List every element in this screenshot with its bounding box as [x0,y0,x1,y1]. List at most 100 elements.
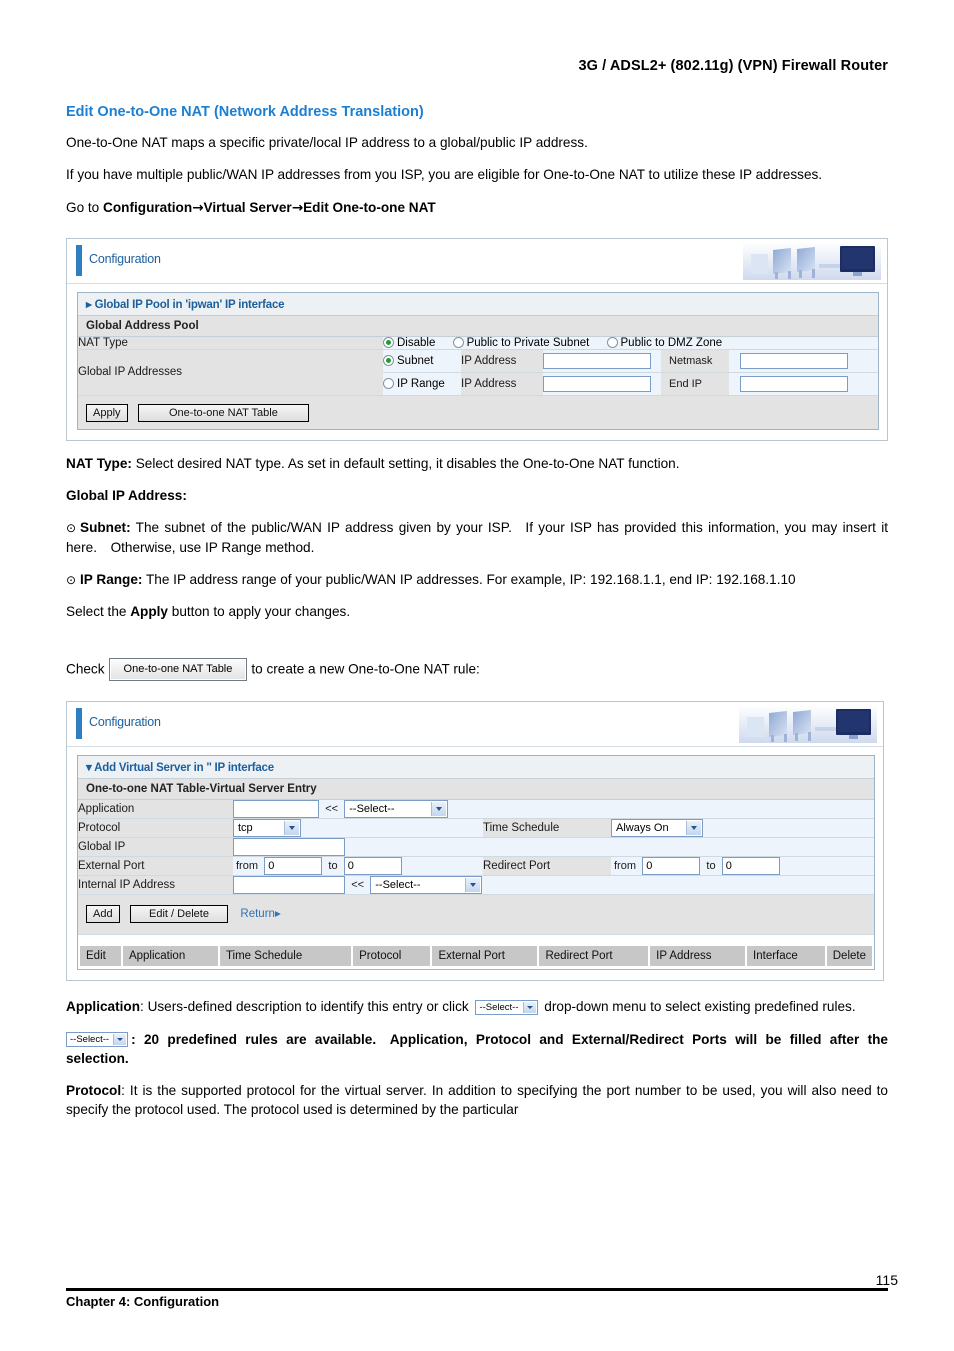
application-definition-2: drop-down menu to select existing predef… [540,999,856,1015]
iprange-ip-address-input[interactable] [543,375,651,392]
document-page: 3G / ADSL2+ (802.11g) (VPN) Firewall Rou… [0,0,954,1351]
external-port-to-input[interactable]: 0 [343,857,402,876]
one-to-one-nat-table-button[interactable]: One-to-one NAT Table [137,403,309,422]
global-ip-pool-panel: Configuration ▸ Global IP Pool in 'ipwan… [66,237,888,441]
subnet-definition: The subnet of the public/WAN IP address … [66,520,888,555]
chevron-down-icon-application[interactable] [431,802,447,817]
iprange-radio-cell[interactable]: IP Range [383,372,461,396]
global-ip-input[interactable] [233,838,345,857]
inline-select-widget[interactable]: --Select-- [66,1032,129,1048]
apply-instruction-term: Apply [130,604,168,620]
edit-delete-button[interactable]: Edit / Delete [130,905,228,924]
inline-select-widget-value: --Select-- [70,1034,110,1046]
panel1-section-header-text: Global IP Pool in 'ipwan' IP interface [94,298,285,311]
external-port-from-label: from [236,860,258,873]
radio-button-icon-public-dmz[interactable] [606,336,618,348]
subnet-ip-address-cell [543,349,661,373]
grid-col-delete: Delete [826,946,872,967]
redirect-port-to-input[interactable]: 0 [721,857,780,876]
apply-instruction-post: button to apply your changes. [168,604,351,620]
nat-type-options-cell: Disable Public to Private Subnet Public … [383,336,878,350]
grid-col-redirect-port: Redirect Port [539,946,649,967]
inline-application-select[interactable]: --Select-- [475,1000,538,1016]
external-port-label: External Port [78,856,233,877]
global-ip-row: Global IP [78,837,874,858]
external-port-row: External Port from 0 to 0 Redirect Port … [78,856,874,877]
goto-path-edit-one-to-one-nat: Edit One-to-one NAT [303,199,436,215]
grid-col-ip-address: IP Address [650,946,746,967]
chevron-down-icon-internal-ip[interactable] [465,878,481,893]
footer-content: Chapter 4: Configuration 115 [66,1272,898,1309]
protocol-label: Protocol [78,818,233,839]
return-link[interactable]: Return▸ [240,908,280,920]
application-definition-1: : Users-defined description to identify … [140,999,473,1015]
global-ip-field-cell [233,837,874,858]
application-term: Application [66,999,141,1015]
chevron-down-icon-inline-application[interactable] [522,1002,536,1014]
end-ip-input[interactable] [740,375,849,392]
nat-type-row: NAT Type Disable Public to Private Subne… [78,336,878,350]
panel2-body: ▾ Add Virtual Server in '' IP interface … [67,747,883,980]
radio-label-disable: Disable [397,336,436,349]
goto-prefix: Go to [66,199,104,215]
radio-nat-type-public-to-dmz-zone[interactable]: Public to DMZ Zone [606,336,723,349]
protocol-definition: : It is the supported protocol for the v… [66,1083,888,1118]
end-ip-label: End IP [661,372,729,395]
chevron-down-icon-inline-select[interactable] [113,1034,127,1046]
panel2-group-header: One-to-one NAT Table-Virtual Server Entr… [78,779,874,801]
ip-range-definition: The IP address range of your public/WAN … [142,572,796,588]
select-description: --Select-- : 20 predefined rules are ava… [66,1030,888,1069]
redirect-port-from-input[interactable]: 0 [642,857,701,876]
radio-nat-type-disable[interactable]: Disable [383,336,436,349]
radio-label-ip-range: IP Range [397,377,445,390]
subnet-radio-cell[interactable]: Subnet [383,349,461,373]
goto-path-virtual-server: Virtual Server [203,199,292,215]
radio-label-public-to-private-subnet: Public to Private Subnet [466,336,590,349]
chevron-down-icon-protocol[interactable] [284,821,299,836]
apply-button[interactable]: Apply [86,403,128,422]
panel1-form-table: NAT Type Disable Public to Private Subne… [78,336,878,396]
grid-col-external-port: External Port [432,946,538,967]
radio-button-icon-subnet[interactable] [383,354,394,366]
page-number: 115 [875,1272,898,1288]
check-instruction-post: to create a new One-to-One NAT rule: [251,661,480,677]
grid-col-application: Application [122,946,218,967]
application-select[interactable]: --Select-- [344,800,449,819]
subnet-term: Subnet: [80,520,131,536]
application-input[interactable] [233,800,319,819]
radio-button-icon-public-private[interactable] [452,336,464,348]
radio-button-icon-ip-range[interactable] [383,377,394,389]
internal-ip-select-value: --Select-- [375,879,421,892]
time-schedule-label: Time Schedule [483,818,611,839]
chevron-down-icon-time-schedule[interactable] [686,821,701,836]
time-schedule-select[interactable]: Always On [611,819,703,838]
internal-ip-select[interactable]: --Select-- [370,876,483,895]
nat-type-description: NAT Type: Select desired NAT type. As se… [66,454,888,473]
bullet-radio-icon-ip-range: ⊙ [66,573,77,588]
netmask-label: Netmask [661,349,729,372]
netmask-input[interactable] [740,352,849,369]
internal-ip-input[interactable] [233,876,345,895]
inline-one-to-one-nat-table-button[interactable]: One-to-one NAT Table [108,657,248,682]
goto-path-configuration: Configuration [103,199,193,215]
radio-label-public-to-dmz-zone: Public to DMZ Zone [620,336,723,349]
radio-nat-type-public-to-private-subnet[interactable]: Public to Private Subnet [452,336,590,349]
panel2-title: Configuration [89,715,161,730]
global-ip-label: Global IP [78,837,233,858]
external-port-from-input[interactable]: 0 [264,857,323,876]
panel2-titlebar: Configuration [67,702,883,748]
global-ip-address-term: Global IP Address: [66,488,187,504]
application-select-value: --Select-- [349,803,395,816]
check-instruction-pre: Check [66,661,105,677]
internal-ip-address-label: Internal IP Address [78,875,233,896]
protocol-field-cell: tcp [233,818,483,839]
nat-type-definition: Select desired NAT type. As set in defau… [131,455,680,471]
protocol-select[interactable]: tcp [233,819,301,838]
grid-col-time-schedule: Time Schedule [219,946,352,967]
protocol-row: Protocol tcp Time Schedule Always On [78,818,874,839]
add-button[interactable]: Add [86,905,120,924]
subnet-ip-address-input[interactable] [543,352,651,369]
radio-button-icon-disable[interactable] [383,336,394,348]
select-definition: : 20 predefined rules are available. App… [66,1031,888,1066]
application-arrows-label: << [325,803,339,816]
